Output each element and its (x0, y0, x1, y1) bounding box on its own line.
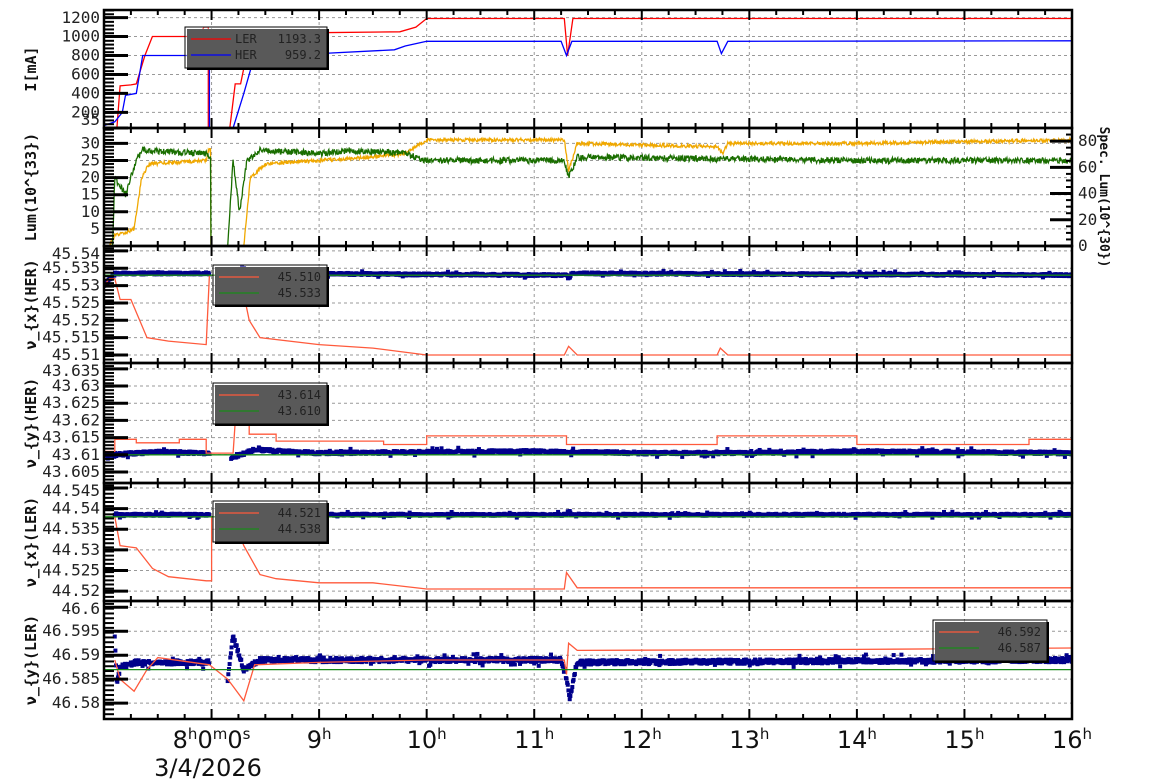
y-tick-label: 45.525 (42, 293, 100, 312)
right-y-tick-label: 0 (1078, 236, 1088, 255)
legend-value: 45.533 (278, 286, 321, 300)
panel-nuy-her: 43.60543.6143.61543.6243.62543.6343.635ν… (22, 361, 1074, 485)
legend: 43.614 43.610 (212, 382, 329, 426)
right-y-axis-label: Spec. Lum(10^{30}) (1096, 127, 1111, 268)
legend-value: 959.2 (285, 48, 321, 62)
legend-value: 45.510 (278, 270, 321, 284)
y-tick-label: 600 (71, 64, 100, 83)
legend-name: LER (235, 32, 257, 46)
y-tick-label: 43.62 (52, 410, 100, 429)
legend-value: 1193.3 (278, 32, 321, 46)
panel-nux-her: 45.5145.51545.5245.52545.5345.53545.54ν_… (22, 244, 1074, 365)
right-y-tick-label: 40 (1078, 184, 1097, 203)
y-axis-label: I[mA] (22, 46, 40, 91)
y-tick-label: 10 (81, 202, 100, 221)
y-tick-label: 43.635 (42, 361, 100, 380)
right-y-tick-label: 20 (1078, 210, 1097, 229)
y-tick-label: 20 (81, 168, 100, 187)
y-tick-label: 45.515 (42, 328, 100, 347)
y-tick-label: 1200 (61, 8, 100, 27)
y-axis-label: ν_{y}(HER) (22, 378, 40, 468)
y-tick-label: 43.605 (42, 462, 100, 481)
y-tick-label: 25 (81, 150, 100, 169)
legend: LER 1193.3 HER 959.2 (184, 26, 329, 70)
y-tick-label: 45.52 (52, 310, 100, 329)
y-tick-label: 15 (81, 185, 100, 204)
panel-nux-ler: 44.5244.52544.5344.53544.5444.545ν_{x}(L… (22, 481, 1074, 603)
y-tick-label: 43.625 (42, 393, 100, 412)
legend-value: 43.610 (278, 404, 321, 418)
series-group (104, 421, 1072, 461)
legend: 45.510 45.533 (212, 264, 329, 307)
y-tick-label: 5 (90, 219, 100, 238)
panel-current: 3520040060080010001200I[mA]LER 1193.3HER 9… (22, 8, 1074, 130)
y-tick-label: 43.61 (52, 445, 100, 464)
series-group (108, 135, 1072, 246)
y-tick-label: 400 (71, 83, 100, 102)
y-tick-label: 800 (71, 45, 100, 64)
right-y-tick-label: 60 (1078, 157, 1097, 176)
y-tick-label: 1000 (61, 27, 100, 46)
y-tick-label: 45.54 (52, 244, 100, 263)
y-tick-label: 200 (71, 102, 100, 121)
y-tick-label: 30 (81, 133, 100, 152)
y-tick-label: 45.53 (52, 276, 100, 295)
y-axis-label: Lum(10^{33}) (22, 133, 40, 241)
data-point-measured (206, 512, 211, 517)
series-line-spec-lum (111, 145, 1072, 246)
y-tick-label: 43.615 (42, 428, 100, 447)
y-axis-label: ν_{x}(HER) (22, 259, 40, 349)
right-y-tick-label: 80 (1078, 131, 1097, 150)
legend-value: 43.614 (278, 388, 321, 402)
tune-monitor-chart: 3520040060080010001200I[mA]LER 1193.3HER 9… (22, 8, 1111, 782)
legend-name: HER (235, 48, 257, 62)
